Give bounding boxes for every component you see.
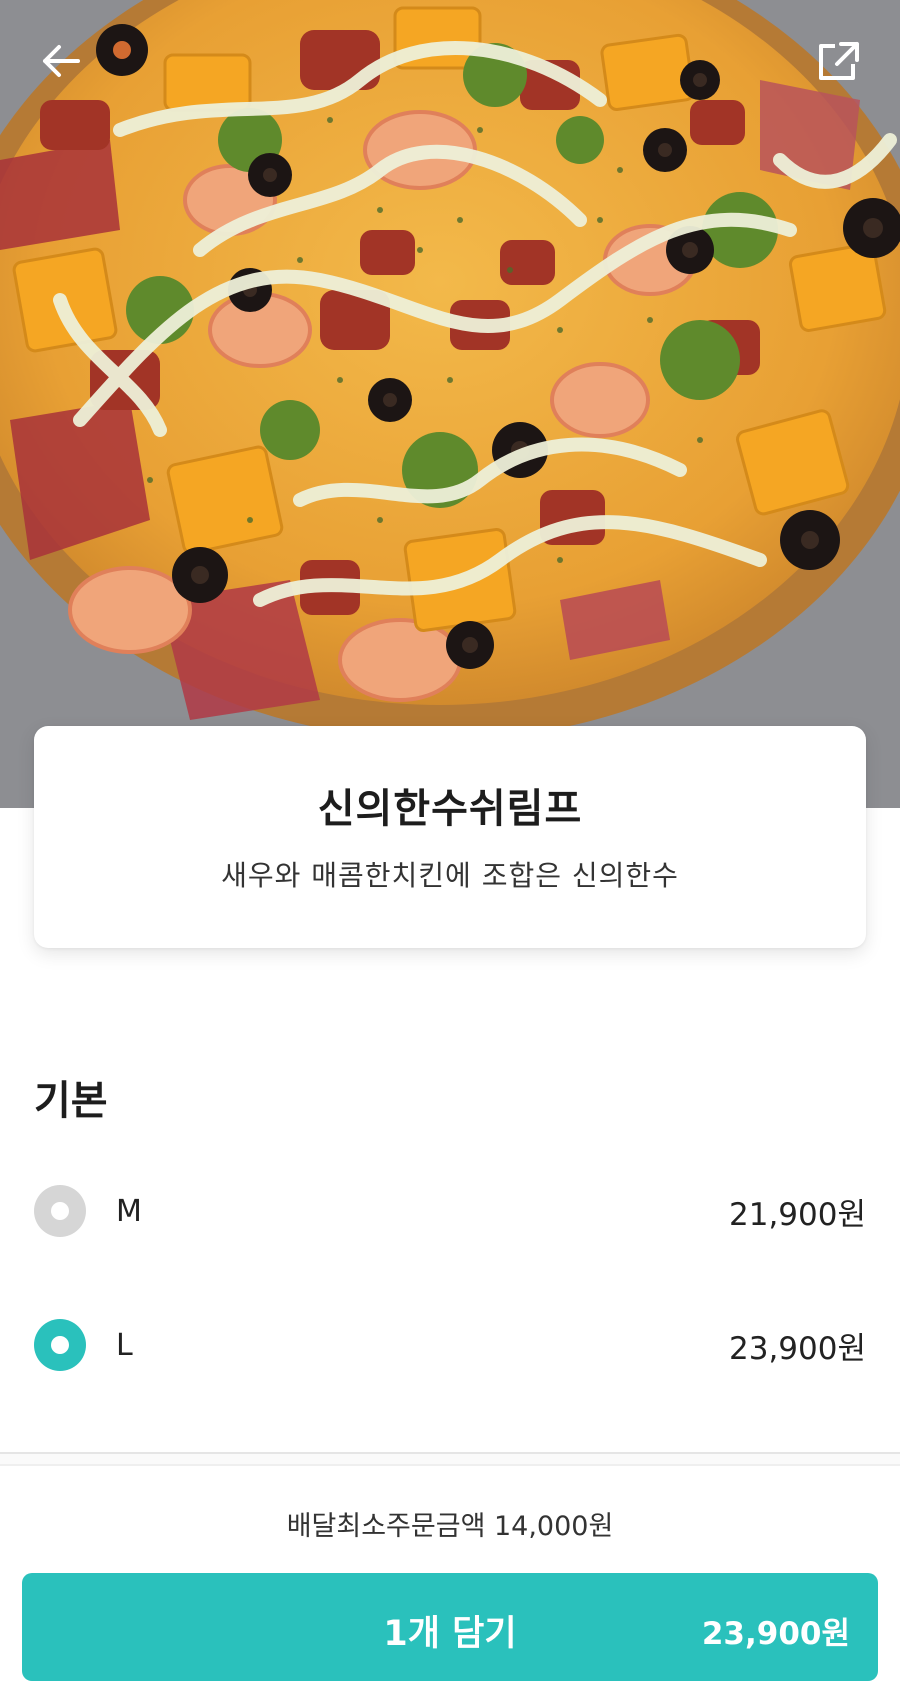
size-option-m[interactable]: M 21,900원 <box>34 1181 866 1241</box>
section-divider <box>0 1452 900 1466</box>
add-to-cart-button[interactable]: 1개 담기 23,900원 <box>22 1573 878 1681</box>
back-button[interactable] <box>34 34 88 88</box>
menu-hero-image <box>0 0 900 808</box>
option-label: M <box>116 1193 142 1229</box>
menu-name: 신의한수쉬림프 <box>317 786 583 832</box>
option-label: L <box>116 1327 133 1363</box>
pizza-photo <box>0 0 900 808</box>
menu-description: 새우와 매콤한치킨에 조합은 신의한수 <box>221 859 679 892</box>
share-button[interactable] <box>812 34 866 88</box>
option-price: 23,900원 <box>729 1330 866 1367</box>
size-option-l[interactable]: L 23,900원 <box>34 1315 866 1375</box>
min-order-amount: 배달최소주문금액 14,000원 <box>286 1511 614 1542</box>
option-section-title: 기본 <box>34 1078 108 1124</box>
arrow-left-icon <box>43 45 80 77</box>
radio-selected-icon[interactable] <box>34 1319 86 1371</box>
cart-total-price: 23,900원 <box>701 1616 850 1652</box>
option-price: 21,900원 <box>729 1196 866 1233</box>
share-icon <box>819 42 859 80</box>
menu-info-card: 신의한수쉬림프 새우와 매콤한치킨에 조합은 신의한수 <box>34 726 866 948</box>
radio-unselected-icon[interactable] <box>34 1185 86 1237</box>
